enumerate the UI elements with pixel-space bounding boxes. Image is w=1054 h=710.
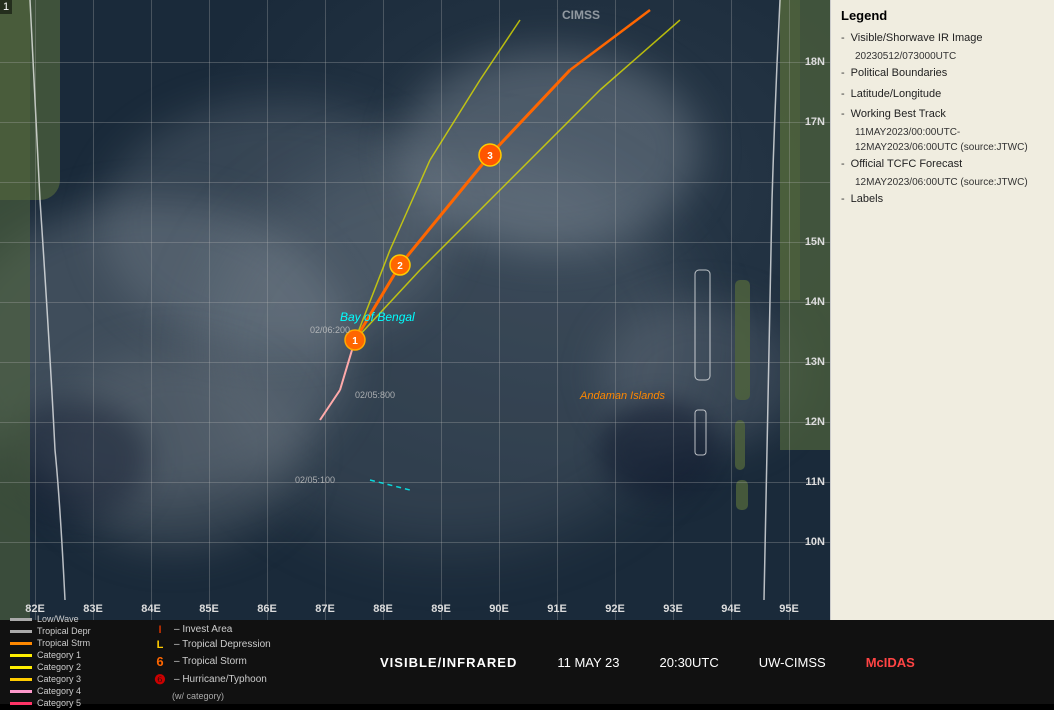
legend-track-sub2: 12MAY2023/06:00UTC (source:JTWC) [855,142,1044,153]
legend-dash-official: - [841,157,845,171]
lon-93e: 93E [663,603,683,615]
icon-row-storm: 6 – Tropical Storm [150,654,350,669]
hurricane-sub: (w/ category) [172,691,350,701]
icon-row-depr: L – Tropical Depression [150,639,350,651]
lon-92e: 92E [605,603,625,615]
legend-dash-political: - [841,66,845,80]
legend-row-strm: Tropical Strm [10,638,145,648]
legend-dash-track: - [841,107,845,121]
lat-11n: 11N [805,476,825,488]
color-cat2 [10,666,32,669]
legend-item-vis: - Visible/Shorwave IR Image [841,31,1044,45]
svg-text:3: 3 [487,151,493,162]
date-label: 11 MAY 23 [557,655,619,670]
legend-item-labels: - Labels [841,192,1044,206]
lon-85e: 85E [199,603,219,615]
icon-row-hurricane: ❻ – Hurricane/Typhoon [150,672,350,688]
legend-political-label: Political Boundaries [851,66,948,80]
lon-87e: 87E [315,603,335,615]
corner-index: 1 [0,0,12,14]
bottom-info: VISIBLE/INFRARED 11 MAY 23 20:30UTC UW-C… [380,655,915,670]
color-cat4 [10,690,32,693]
lat-14n: 14N [805,296,825,308]
icon-invest: I [150,624,170,636]
vis-ir-label: VISIBLE/INFRARED [380,655,517,670]
legend-labels-label: Labels [851,192,883,206]
legend-row-cat3: Category 3 [10,674,145,684]
legend-item-latlon: - Latitude/Longitude [841,87,1044,101]
legend-panel: Legend - Visible/Shorwave IR Image 20230… [830,0,1054,620]
legend-row-cat5: Category 5 [10,698,145,708]
legend-dash-latlon: - [841,87,845,101]
legend-vis-label: Visible/Shorwave IR Image [851,31,983,45]
icon-row-invest: I – Invest Area [150,624,350,636]
map-container: 1 2 3 02/06:200 02/05:800 02/05:100 Bay … [0,0,830,620]
color-low [10,618,32,621]
bottom-bar: Low/Wave Tropical Depr Tropical Strm Cat… [0,620,1054,704]
icon-hurricane: ❻ [150,672,170,688]
legend-row-cat2: Category 2 [10,662,145,672]
legend-dash-labels: - [841,192,845,206]
track-lines: 1 2 3 [0,0,830,620]
text-cat3: Category 3 [37,674,81,684]
lon-95e: 95E [779,603,799,615]
icon-storm: 6 [150,654,170,669]
color-strm [10,642,32,645]
lat-17n: 17N [805,116,825,128]
legend-item-political: - Political Boundaries [841,66,1044,80]
text-strm: Tropical Strm [37,638,90,648]
time-label: 20:30UTC [660,655,719,670]
legend-row-low: Low/Wave [10,614,145,624]
legend-track-sub1: 11MAY2023/00:00UTC- [855,127,1044,138]
cimss-watermark: CIMSS [562,8,600,22]
legend-official-sub: 12MAY2023/06:00UTC (source:JTWC) [855,177,1044,188]
lon-88e: 88E [373,603,393,615]
icon-storm-label: – Tropical Storm [174,656,247,667]
icon-hurricane-label: – Hurricane/Typhoon [174,674,267,685]
text-cat4: Category 4 [37,686,81,696]
lat-13n: 13N [805,356,825,368]
lat-12n: 12N [805,416,825,428]
lon-94e: 94E [721,603,741,615]
legend-item-official: - Official TCFC Forecast [841,157,1044,171]
color-cat1 [10,654,32,657]
text-low: Low/Wave [37,614,79,624]
lon-89e: 89E [431,603,451,615]
software-label: McIDAS [866,655,915,670]
icon-depr: L [150,639,170,651]
legend-row-depr: Tropical Depr [10,626,145,636]
text-cat2: Category 2 [37,662,81,672]
lat-15n: 15N [805,236,825,248]
lon-90e: 90E [489,603,509,615]
svg-text:2: 2 [397,261,403,272]
icon-invest-label: – Invest Area [174,624,232,635]
legend-row-cat1: Category 1 [10,650,145,660]
legend-official-label: Official TCFC Forecast [851,157,962,171]
legend-row-cat4: Category 4 [10,686,145,696]
text-cat1: Category 1 [37,650,81,660]
color-cat3 [10,678,32,681]
legend-dash-vis: - [841,31,845,45]
lat-10n: 10N [805,536,825,548]
color-depr [10,630,32,633]
legend-title: Legend [841,8,1044,23]
text-cat5: Category 5 [37,698,81,708]
icon-depr-label: – Tropical Depression [174,639,271,650]
legend-track-label: Working Best Track [851,107,946,121]
legend-item-track: - Working Best Track [841,107,1044,121]
lon-86e: 86E [257,603,277,615]
legend-vis-sub: 20230512/073000UTC [855,51,1044,62]
legend-latlon-label: Latitude/Longitude [851,87,942,101]
svg-text:1: 1 [352,336,358,347]
lat-18n: 18N [805,56,825,68]
track-color-legend: Low/Wave Tropical Depr Tropical Strm Cat… [10,614,145,710]
source-label: UW-CIMSS [759,655,826,670]
lon-91e: 91E [547,603,567,615]
color-cat5 [10,702,32,705]
text-depr: Tropical Depr [37,626,91,636]
track-icon-legend: I – Invest Area L – Tropical Depression … [150,624,350,701]
